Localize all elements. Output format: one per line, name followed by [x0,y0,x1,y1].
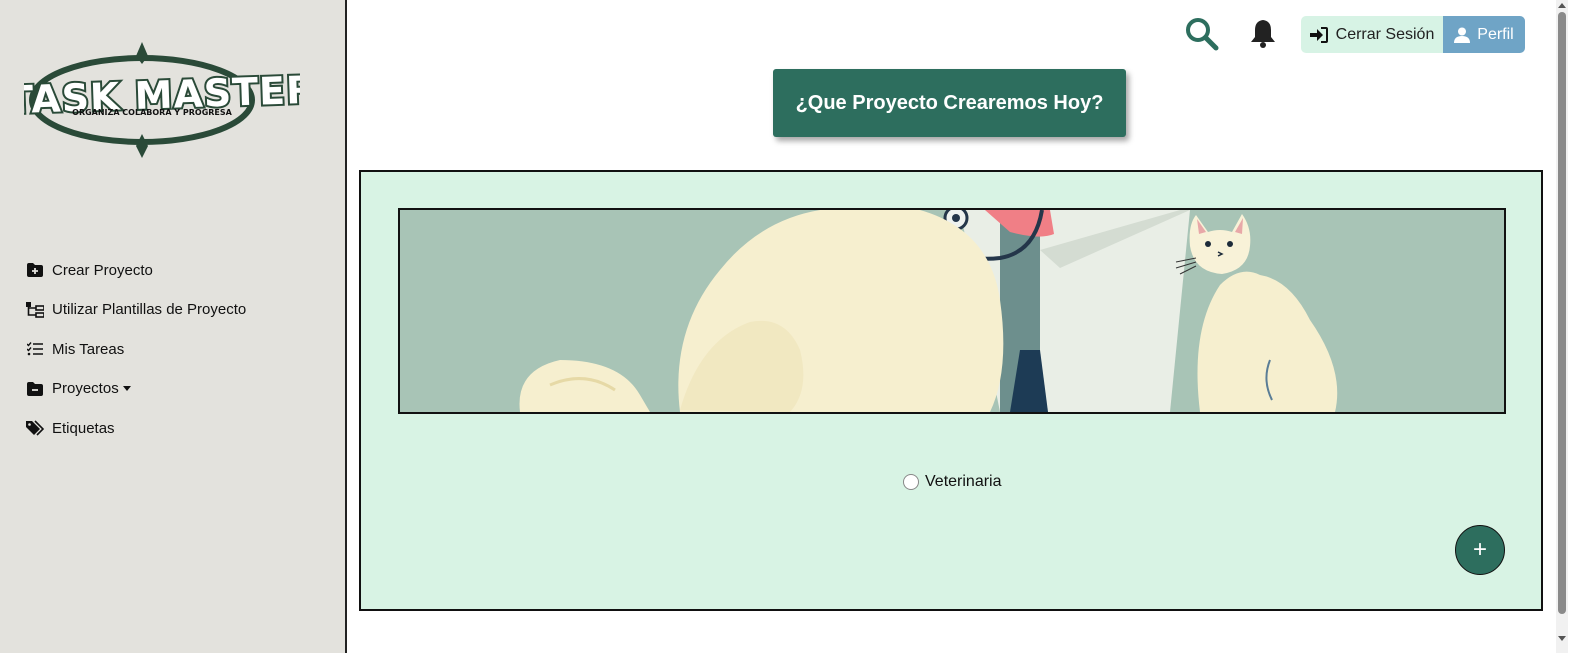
sidebar: TASK MASTER ORGANIZA COLABORA Y PROGRESA… [0,0,347,653]
profile-button[interactable]: Perfil [1443,16,1525,53]
scroll-down-arrow-icon[interactable] [1558,636,1566,641]
sidebar-item-plantillas[interactable]: Utilizar Plantillas de Proyecto [26,298,246,322]
sidebar-item-label: Utilizar Plantillas de Proyecto [52,301,247,318]
sidebar-item-label: Etiquetas [52,419,115,437]
scroll-up-arrow-icon[interactable] [1558,3,1566,8]
sign-in-icon [1309,26,1328,43]
folder-plus-icon [26,261,44,279]
sidebar-item-label: Proyectos [52,380,119,397]
sidebar-item-label: Crear Proyecto [52,261,153,279]
sidebar-nav: Crear Proyecto Utilizar Plantillas de Pr… [26,258,246,456]
logout-button[interactable]: Cerrar Sesión [1301,16,1443,53]
tags-icon [26,419,44,437]
folder-minus-icon [26,380,44,398]
search-icon [1186,18,1219,51]
notifications-button[interactable] [1249,18,1277,48]
sidebar-item-etiquetas[interactable]: Etiquetas [26,416,246,440]
veterinaria-template-image[interactable] [398,208,1506,414]
user-icon [1454,27,1471,43]
page-title: ¿Que Proyecto Crearemos Hoy? [773,69,1126,137]
profile-label: Perfil [1477,25,1514,43]
list-check-icon [26,340,44,358]
template-label: Veterinaria [925,473,1002,490]
sidebar-item-crear-proyecto[interactable]: Crear Proyecto [26,258,246,282]
template-panel: Veterinaria + [359,170,1543,611]
sidebar-item-proyectos[interactable]: Proyectos [26,377,246,401]
sidebar-item-label: Mis Tareas [52,340,125,358]
bell-icon [1251,20,1275,48]
search-button[interactable] [1184,16,1220,52]
add-project-button[interactable]: + [1455,525,1505,575]
scroll-thumb[interactable] [1558,12,1566,614]
page-scrollbar[interactable] [1556,0,1568,653]
template-option-veterinaria[interactable]: Veterinaria [903,473,1002,491]
diagram-icon [26,301,44,319]
logo-subtitle: ORGANIZA COLABORA Y PROGRESA [72,108,233,117]
logout-label: Cerrar Sesión [1335,25,1435,43]
sidebar-item-mis-tareas[interactable]: Mis Tareas [26,337,246,361]
chevron-down-icon [122,386,131,391]
task-master-logo[interactable]: TASK MASTER ORGANIZA COLABORA Y PROGRESA [5,42,319,162]
template-radio[interactable] [903,474,919,490]
